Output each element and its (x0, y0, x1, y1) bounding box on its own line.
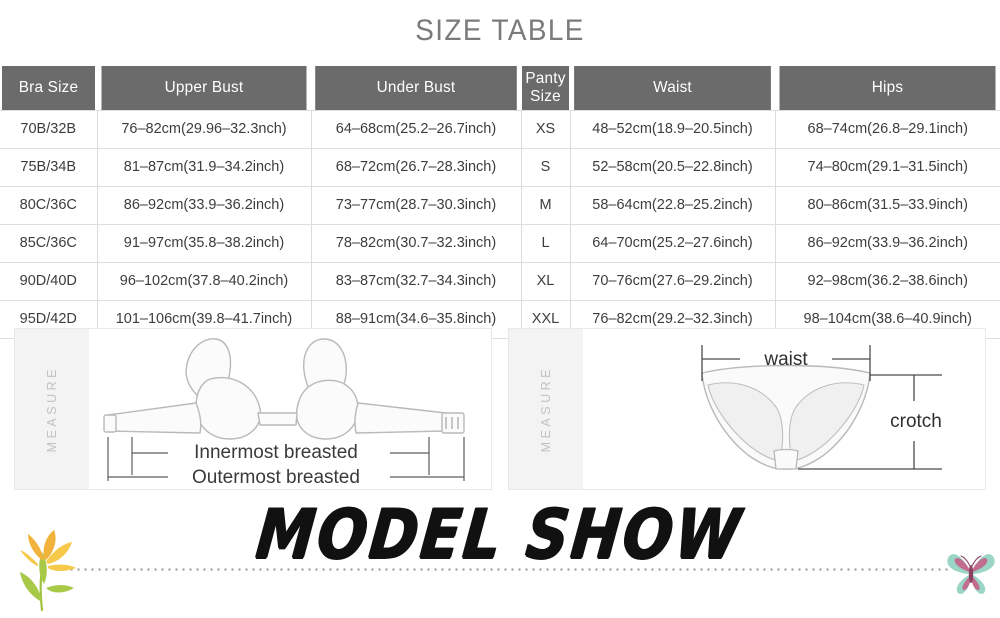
cell-under-bust: 78–82cm(30.7–32.3inch) (311, 223, 522, 263)
cell-panty-size: XL (521, 261, 571, 301)
column-header-panty-size: Panty Size (521, 66, 570, 110)
butterfly-icon (944, 546, 998, 598)
column-header-waist: Waist (574, 66, 771, 110)
cell-bra-size: 85C/36C (0, 223, 98, 263)
panty-measure-panel: MEASURE waist crotch (508, 328, 986, 490)
page-title: SIZE TABLE (415, 14, 585, 47)
cell-bra-size: 80C/36C (0, 185, 98, 225)
measure-panels: MEASURE Innermost breasted Outermost bre… (0, 328, 1000, 490)
column-header-bra-size: Bra Size (1, 66, 96, 110)
waist-label: waist (763, 349, 808, 370)
size-table-page: SIZE TABLE Bra Size Upper Bust Under Bus… (0, 0, 1000, 618)
cell-under-bust: 68–72cm(26.7–28.3inch) (311, 147, 522, 187)
measure-tab-panty: MEASURE (509, 329, 583, 489)
cell-waist: 52–58cm(20.5–22.8inch) (570, 147, 776, 187)
cell-hips: 92–98cm(36.2–38.6inch) (775, 261, 1000, 301)
cell-upper-bust: 76–82cm(29.96–32.3nch) (97, 109, 312, 149)
cell-under-bust: 83–87cm(32.7–34.3inch) (311, 261, 522, 301)
cell-under-bust: 73–77cm(28.7–30.3inch) (311, 185, 522, 225)
cell-hips: 80–86cm(31.5–33.9inch) (775, 185, 1000, 225)
cell-upper-bust: 96–102cm(37.8–40.2inch) (97, 261, 312, 301)
table-row: 90D/40D 96–102cm(37.8–40.2inch) 83–87cm(… (0, 261, 1000, 301)
cell-panty-size: M (521, 185, 571, 225)
cell-under-bust: 64–68cm(25.2–26.7inch) (311, 109, 522, 149)
crotch-label: crotch (890, 411, 942, 432)
bra-diagram: Innermost breasted Outermost breasted (89, 329, 491, 489)
model-show-heading: MODEL SHOW (253, 493, 747, 575)
cell-waist: 48–52cm(18.9–20.5inch) (570, 109, 776, 149)
cell-panty-size: XS (521, 109, 571, 149)
flower-illustration-svg (20, 530, 76, 612)
cell-waist: 70–76cm(27.6–29.2inch) (570, 261, 776, 301)
cell-bra-size: 75B/34B (0, 147, 98, 187)
column-header-hips: Hips (779, 66, 996, 110)
cell-bra-size: 90D/40D (0, 261, 98, 301)
table-row: 75B/34B 81–87cm(31.9–34.2inch) 68–72cm(2… (0, 147, 1000, 187)
bra-illustration-svg: Innermost breasted Outermost breasted (103, 338, 465, 488)
panty-diagram: waist crotch (583, 329, 985, 489)
cell-bra-size: 70B/32B (0, 109, 98, 149)
cell-upper-bust: 81–87cm(31.9–34.2inch) (97, 147, 312, 187)
outermost-label: Outermost breasted (192, 467, 360, 488)
measure-tab-bra: MEASURE (15, 329, 89, 489)
table-body: 70B/32B 76–82cm(29.96–32.3nch) 64–68cm(2… (0, 109, 1000, 339)
cell-waist: 64–70cm(25.2–27.6inch) (570, 223, 776, 263)
panty-illustration-svg: waist crotch (701, 345, 942, 470)
cell-panty-size: S (521, 147, 571, 187)
butterfly-illustration-svg (947, 554, 995, 594)
cell-upper-bust: 91–97cm(35.8–38.2inch) (97, 223, 312, 263)
column-header-under-bust: Under Bust (315, 66, 517, 110)
cell-hips: 68–74cm(26.8–29.1inch) (775, 109, 1000, 149)
table-row: 80C/36C 86–92cm(33.9–36.2inch) 73–77cm(2… (0, 185, 1000, 225)
model-show-banner: MODEL SHOW (0, 494, 1000, 618)
bra-measure-panel: MEASURE Innermost breasted Outermost bre… (14, 328, 492, 490)
table-row: 70B/32B 76–82cm(29.96–32.3nch) 64–68cm(2… (0, 109, 1000, 149)
cell-hips: 74–80cm(29.1–31.5inch) (775, 147, 1000, 187)
column-header-upper-bust: Upper Bust (101, 66, 307, 110)
measure-tab-label: MEASURE (539, 365, 553, 453)
table-header: Bra Size Upper Bust Under Bust Panty Siz… (0, 66, 1000, 110)
cell-hips: 86–92cm(33.9–36.2inch) (775, 223, 1000, 263)
innermost-label: Innermost breasted (194, 442, 358, 463)
cell-waist: 58–64cm(22.8–25.2inch) (570, 185, 776, 225)
flower-icon (8, 522, 84, 612)
cell-upper-bust: 86–92cm(33.9–36.2inch) (97, 185, 312, 225)
table-row: 85C/36C 91–97cm(35.8–38.2inch) 78–82cm(3… (0, 223, 1000, 263)
table-header-row: Bra Size Upper Bust Under Bust Panty Siz… (0, 66, 1000, 110)
cell-panty-size: L (521, 223, 571, 263)
size-table: Bra Size Upper Bust Under Bust Panty Siz… (0, 66, 1000, 339)
measure-tab-label: MEASURE (45, 365, 59, 453)
